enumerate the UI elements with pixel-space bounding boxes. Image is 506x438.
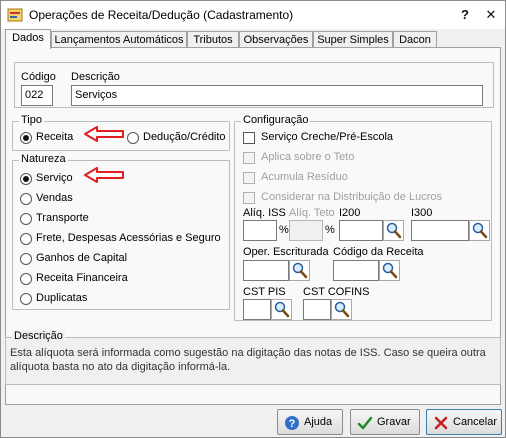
cancelar-label: Cancelar bbox=[453, 416, 498, 428]
aliq-iss-label: Alíq. ISS bbox=[243, 207, 286, 219]
help-icon[interactable]: ? bbox=[453, 5, 477, 25]
i200-search-button[interactable] bbox=[383, 220, 404, 241]
descricao-help-text: Esta alíquota será informada como sugest… bbox=[10, 347, 486, 373]
tab-observacoes[interactable]: Observações bbox=[239, 31, 313, 48]
i300-search-button[interactable] bbox=[469, 220, 490, 241]
natureza-frete-radio[interactable] bbox=[20, 233, 32, 245]
close-icon[interactable]: ✕ bbox=[479, 5, 503, 25]
natureza-vendas-label[interactable]: Vendas bbox=[36, 192, 73, 204]
ajuda-label: Ajuda bbox=[304, 416, 333, 428]
natureza-vendas-radio[interactable] bbox=[20, 193, 32, 205]
tab-super-simples[interactable]: Super Simples bbox=[313, 31, 393, 48]
natureza-group: Natureza Serviço Vendas Transporte Frete… bbox=[12, 153, 230, 310]
natureza-ganhos-radio[interactable] bbox=[20, 253, 32, 265]
natureza-transporte-label[interactable]: Transporte bbox=[36, 212, 89, 224]
cst-cofins-search-button[interactable] bbox=[331, 299, 352, 320]
gravar-label: Gravar bbox=[377, 416, 411, 428]
natureza-receita-financeira-radio[interactable] bbox=[20, 273, 32, 285]
cst-pis-label: CST PIS bbox=[243, 286, 286, 298]
magnifier-icon bbox=[472, 222, 488, 239]
natureza-servico-radio[interactable] bbox=[20, 173, 32, 185]
natureza-duplicatas-radio[interactable] bbox=[20, 293, 32, 305]
window-title: Operações de Receita/Dedução (Cadastrame… bbox=[29, 8, 294, 22]
magnifier-icon bbox=[382, 262, 398, 279]
natureza-receita-financeira-label[interactable]: Receita Financeira bbox=[36, 272, 128, 284]
magnifier-icon bbox=[292, 262, 308, 279]
oper-escriturada-search-button[interactable] bbox=[289, 260, 310, 281]
acumula-residuo-checkbox bbox=[243, 172, 255, 184]
servico-creche-label[interactable]: Serviço Creche/Pré-Escola bbox=[261, 131, 393, 143]
question-icon: ? bbox=[285, 416, 299, 430]
cancel-icon bbox=[434, 416, 448, 430]
svg-text:?: ? bbox=[289, 418, 296, 430]
codigo-receita-field[interactable] bbox=[333, 260, 379, 281]
magnifier-icon bbox=[334, 301, 350, 318]
i200-field[interactable] bbox=[339, 220, 383, 241]
aplica-teto-checkbox bbox=[243, 152, 255, 164]
title-bar[interactable]: Operações de Receita/Dedução (Cadastrame… bbox=[1, 1, 505, 29]
tab-dados[interactable]: Dados bbox=[5, 29, 51, 49]
i200-label: I200 bbox=[339, 207, 361, 219]
cancelar-button[interactable]: Cancelar bbox=[426, 409, 502, 435]
tipo-receita-label[interactable]: Receita bbox=[36, 131, 73, 143]
natureza-servico-label[interactable]: Serviço bbox=[36, 172, 73, 184]
servico-creche-checkbox[interactable] bbox=[243, 132, 255, 144]
tab-dacon[interactable]: Dacon bbox=[393, 31, 437, 48]
natureza-frete-label[interactable]: Frete, Despesas Acessórias e Seguro bbox=[36, 232, 221, 244]
aliq-teto-field bbox=[289, 220, 323, 241]
descricao-field[interactable]: Serviços bbox=[71, 85, 483, 106]
cst-pis-search-button[interactable] bbox=[271, 299, 292, 320]
magnifier-icon bbox=[274, 301, 290, 318]
cst-pis-field[interactable] bbox=[243, 299, 271, 320]
identificacao-group: Código Descrição 022 Serviços bbox=[14, 62, 494, 108]
distribuicao-lucros-checkbox bbox=[243, 192, 255, 204]
tipo-deducao-label[interactable]: Dedução/Crédito bbox=[143, 131, 226, 143]
oper-escriturada-label: Oper. Escriturada bbox=[243, 246, 329, 258]
i300-label: I300 bbox=[411, 207, 433, 219]
configuracao-legend: Configuração bbox=[241, 114, 311, 126]
aliq-teto-percent: % bbox=[325, 224, 335, 236]
check-icon bbox=[357, 416, 373, 430]
distribuicao-lucros-label: Considerar na Distribuição de Lucros bbox=[261, 191, 442, 203]
descricao-label: Descrição bbox=[71, 71, 120, 83]
natureza-legend: Natureza bbox=[19, 153, 68, 165]
codigo-label: Código bbox=[21, 71, 56, 83]
i300-field[interactable] bbox=[411, 220, 469, 241]
natureza-duplicatas-label[interactable]: Duplicatas bbox=[36, 292, 87, 304]
dialog-window: Operações de Receita/Dedução (Cadastrame… bbox=[0, 0, 506, 438]
ajuda-button[interactable]: ? Ajuda bbox=[277, 409, 343, 435]
natureza-ganhos-label[interactable]: Ganhos de Capital bbox=[36, 252, 127, 264]
descricao-help-legend: Descrição bbox=[12, 330, 65, 342]
aliq-iss-percent: % bbox=[279, 224, 289, 236]
tipo-deducao-radio[interactable] bbox=[127, 132, 139, 144]
descricao-help-group: Descrição Esta alíquota será informada c… bbox=[5, 330, 501, 385]
app-icon bbox=[7, 8, 23, 22]
cst-cofins-field[interactable] bbox=[303, 299, 331, 320]
natureza-transporte-radio[interactable] bbox=[20, 213, 32, 225]
tab-lancamentos-automaticos[interactable]: Lançamentos Automáticos bbox=[51, 31, 187, 48]
oper-escriturada-field[interactable] bbox=[243, 260, 289, 281]
tipo-receita-radio[interactable] bbox=[20, 132, 32, 144]
codigo-field[interactable]: 022 bbox=[21, 85, 53, 106]
acumula-residuo-label: Acumula Resíduo bbox=[261, 171, 348, 183]
tab-tributos[interactable]: Tributos bbox=[187, 31, 239, 48]
annotation-arrow-icon bbox=[84, 167, 124, 183]
cst-cofins-label: CST COFINS bbox=[303, 286, 370, 298]
aplica-teto-label: Aplica sobre o Teto bbox=[261, 151, 355, 163]
magnifier-icon bbox=[386, 222, 402, 239]
annotation-arrow-icon bbox=[84, 126, 124, 142]
aliq-iss-field[interactable] bbox=[243, 220, 277, 241]
tipo-legend: Tipo bbox=[19, 114, 44, 126]
codigo-receita-search-button[interactable] bbox=[379, 260, 400, 281]
aliq-teto-label: Alíq. Teto bbox=[289, 207, 335, 219]
gravar-button[interactable]: Gravar bbox=[350, 409, 420, 435]
tipo-group: Tipo Receita Dedução/Crédito bbox=[12, 114, 230, 151]
configuracao-group: Configuração Serviço Creche/Pré-Escola A… bbox=[234, 114, 492, 321]
codigo-receita-label: Código da Receita bbox=[333, 246, 424, 258]
